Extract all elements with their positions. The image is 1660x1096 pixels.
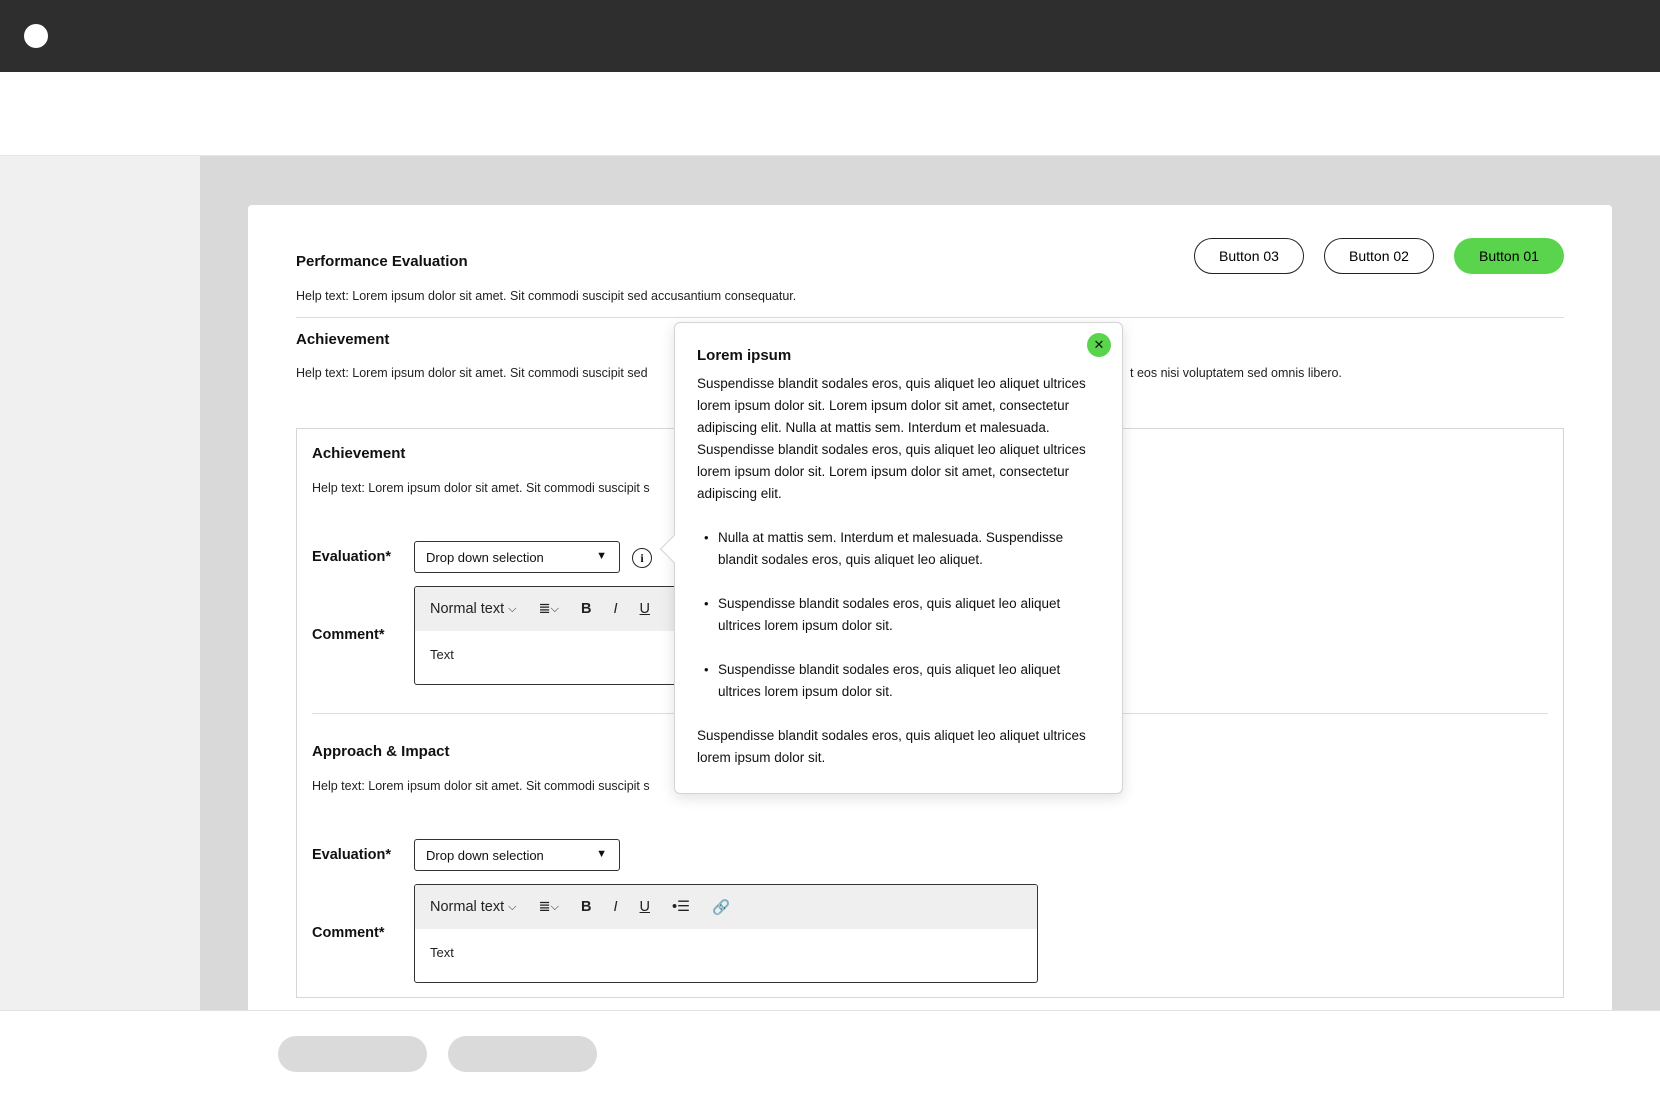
left-panel <box>0 156 200 1010</box>
chevron-down-icon: ⌵ <box>508 602 517 615</box>
link-icon[interactable]: 🔗 <box>712 899 730 916</box>
page-title: Performance Evaluation <box>296 253 468 270</box>
info-icon[interactable]: i <box>632 548 652 568</box>
evaluation-dropdown[interactable]: Drop down selection ▼ <box>414 839 620 871</box>
section-title: Achievement <box>312 445 406 462</box>
comment-editor[interactable]: Normal text ⌵ ≣ ⌵ B I U •☰ 🔗 Text <box>414 884 1038 983</box>
underline-icon[interactable]: U <box>640 601 650 617</box>
section-help-text: Help text: Lorem ipsum dolor sit amet. S… <box>312 481 650 495</box>
editor-text[interactable]: Text <box>415 929 1037 960</box>
list-item: Suspendisse blandit sodales eros, quis a… <box>697 659 1097 703</box>
footer-placeholder-button[interactable] <box>448 1036 597 1072</box>
section-title: Approach & Impact <box>312 743 450 760</box>
list-item: Nulla at mattis sem. Interdum et malesua… <box>697 527 1097 571</box>
page-help-text: Help text: Lorem ipsum dolor sit amet. S… <box>296 289 797 303</box>
header-divider <box>296 317 1564 318</box>
bold-icon[interactable]: B <box>581 899 591 915</box>
popover-intro: Suspendisse blandit sodales eros, quis a… <box>697 376 1086 501</box>
info-popover: ✕ Lorem ipsum Suspendisse blandit sodale… <box>659 322 1123 794</box>
bullet-list-icon[interactable]: •☰ <box>672 899 690 915</box>
top-bar <box>0 0 1660 72</box>
achievement-help-text: Help text: Lorem ipsum dolor sit amet. S… <box>296 366 648 380</box>
dropdown-value: Drop down selection <box>426 549 544 565</box>
text-style-dropdown[interactable]: Normal text ⌵ <box>430 899 517 915</box>
section-help-text: Help text: Lorem ipsum dolor sit amet. S… <box>312 779 650 793</box>
dropdown-value: Drop down selection <box>426 847 544 863</box>
evaluation-label: Evaluation* <box>312 847 391 863</box>
popover-body: Suspendisse blandit sodales eros, quis a… <box>697 373 1097 791</box>
underline-icon[interactable]: U <box>640 899 650 915</box>
button-01[interactable]: Button 01 <box>1454 238 1564 274</box>
bold-icon[interactable]: B <box>581 601 591 617</box>
evaluation-label: Evaluation* <box>312 549 391 565</box>
caret-down-icon: ▼ <box>596 550 607 562</box>
list-item: Suspendisse blandit sodales eros, quis a… <box>697 593 1097 637</box>
achievement-heading: Achievement <box>296 331 390 348</box>
text-style-dropdown[interactable]: Normal text ⌵ <box>430 601 517 617</box>
logo[interactable] <box>24 24 48 48</box>
chevron-down-icon: ⌵ <box>508 900 517 913</box>
popover-bullets: Nulla at mattis sem. Interdum et malesua… <box>697 527 1097 703</box>
italic-icon[interactable]: I <box>614 601 618 617</box>
sub-header <box>0 72 1660 156</box>
achievement-help-text-continued: t eos nisi voluptatem sed omnis libero. <box>1130 366 1342 380</box>
footer-placeholder-button[interactable] <box>278 1036 427 1072</box>
editor-toolbar: Normal text ⌵ ≣ ⌵ B I U •☰ 🔗 <box>415 885 1037 929</box>
align-icon[interactable]: ≣ ⌵ <box>539 601 560 617</box>
caret-down-icon: ▼ <box>596 848 607 860</box>
close-icon[interactable]: ✕ <box>1087 333 1111 357</box>
button-03[interactable]: Button 03 <box>1194 238 1304 274</box>
popover-title: Lorem ipsum <box>697 347 792 364</box>
comment-label: Comment* <box>312 627 385 643</box>
align-icon[interactable]: ≣ ⌵ <box>539 899 560 915</box>
footer <box>0 1010 1660 1096</box>
italic-icon[interactable]: I <box>614 899 618 915</box>
evaluation-dropdown[interactable]: Drop down selection ▼ <box>414 541 620 573</box>
button-02[interactable]: Button 02 <box>1324 238 1434 274</box>
popover-outro: Suspendisse blandit sodales eros, quis a… <box>697 728 1086 765</box>
comment-label: Comment* <box>312 925 385 941</box>
